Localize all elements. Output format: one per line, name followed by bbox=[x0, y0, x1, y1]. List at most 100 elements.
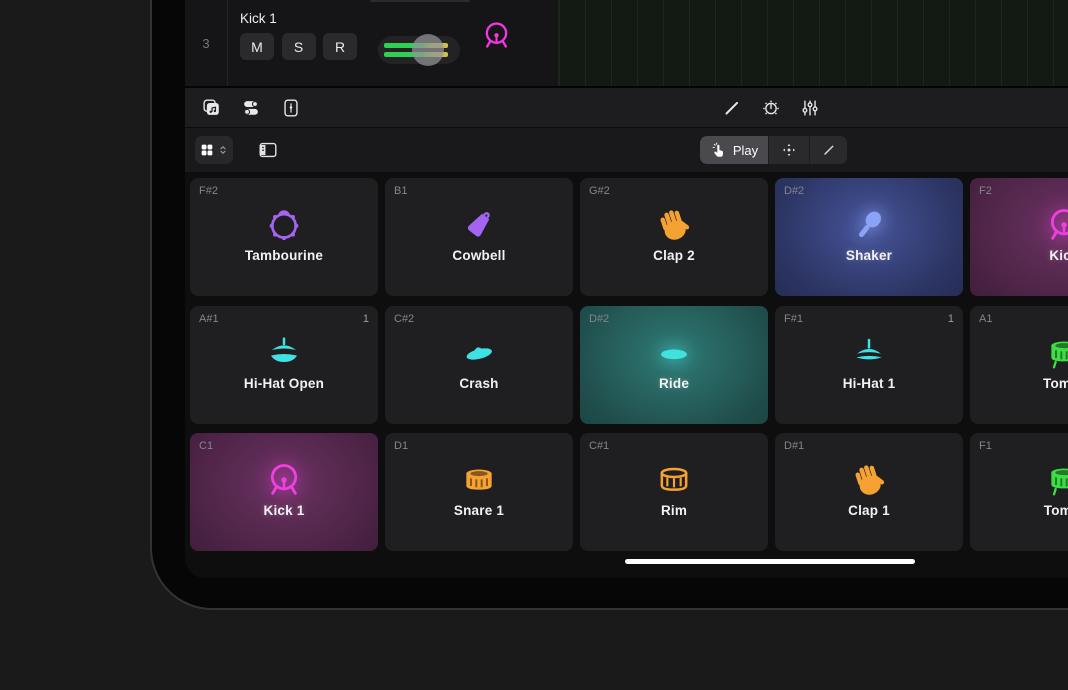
sidebar-icon bbox=[257, 139, 279, 161]
mixer-icon bbox=[799, 97, 821, 119]
pad-crash[interactable]: C#2 Crash bbox=[385, 306, 573, 424]
pad-note-label: B1 bbox=[394, 185, 407, 197]
pad-name-label: Clap 1 bbox=[775, 503, 963, 518]
channel-strip-icon bbox=[280, 97, 302, 119]
pad-hi-hat-1[interactable]: F#1 1 Hi-Hat 1 bbox=[775, 306, 963, 424]
pad-note-label: C1 bbox=[199, 440, 213, 452]
pad-snare-1[interactable]: D1 Snare 1 bbox=[385, 433, 573, 551]
pad-note-label: D1 bbox=[394, 440, 408, 452]
pad-note-label: G#2 bbox=[589, 185, 610, 197]
move-icon bbox=[781, 142, 797, 158]
crash-icon bbox=[459, 333, 499, 373]
pad-mode-control: Play bbox=[700, 136, 847, 164]
track-mute-button[interactable]: M bbox=[240, 33, 274, 60]
pad-name-label: Kick 1 bbox=[190, 503, 378, 518]
pad-note-label: D#2 bbox=[589, 313, 609, 325]
pad-name-label: Tom L bbox=[970, 503, 1068, 518]
pad-note-label: D#1 bbox=[784, 440, 804, 452]
shaker-icon bbox=[849, 205, 889, 245]
grid-icon bbox=[199, 142, 215, 158]
mode-move-segment[interactable] bbox=[768, 136, 809, 164]
control-bar-left-icons bbox=[200, 88, 302, 128]
channel-strip-button[interactable] bbox=[280, 97, 302, 119]
drum-pad-grid: F#2 Tambourine B1CowbellG#2Clap 2 D#2 Shaker… bbox=[185, 172, 1068, 578]
pad-rim[interactable]: C#1 Rim bbox=[580, 433, 768, 551]
ride-icon bbox=[654, 333, 694, 373]
pad-note-label: F#2 bbox=[199, 185, 218, 197]
pad-name-label: Hi-Hat Open bbox=[190, 376, 378, 391]
pad-badge: 1 bbox=[363, 313, 369, 325]
pad-name-label: Crash bbox=[385, 376, 573, 391]
pad-tambourine[interactable]: F#2 Tambourine bbox=[190, 178, 378, 296]
snare-drum-icon bbox=[459, 460, 499, 500]
tom-drum-icon bbox=[1044, 333, 1068, 373]
pad-name-label: Shaker bbox=[775, 248, 963, 263]
loop-browser-button[interactable] bbox=[200, 97, 222, 119]
hand-clap-icon bbox=[654, 205, 694, 245]
pad-note-label: C#1 bbox=[589, 440, 609, 452]
pad-name-label: Tambourine bbox=[190, 248, 378, 263]
track-mute-solo-record-group: MSR bbox=[240, 33, 357, 60]
mode-play-label: Play bbox=[733, 143, 758, 158]
pad-note-label: F#1 bbox=[784, 313, 803, 325]
track-solo-button[interactable]: S bbox=[282, 33, 316, 60]
pad-name-label: Hi-Hat 1 bbox=[775, 376, 963, 391]
horizontal-scrollbar[interactable] bbox=[625, 559, 915, 564]
pad-name-label: Tom H bbox=[970, 376, 1068, 391]
meter-knob[interactable] bbox=[412, 34, 444, 66]
pad-hi-hat-open[interactable]: A#1 1 Hi-Hat Open bbox=[190, 306, 378, 424]
pad-note-label: C#2 bbox=[394, 313, 414, 325]
pad-kick[interactable]: F2 Kick bbox=[970, 178, 1068, 296]
pad-clap-2[interactable]: G#2Clap 2 bbox=[580, 178, 768, 296]
rim-drum-icon bbox=[654, 460, 694, 500]
cowbell-icon bbox=[459, 205, 499, 245]
tambourine-icon bbox=[264, 205, 304, 245]
smart-controls-button[interactable] bbox=[240, 97, 262, 119]
pad-note-label: A1 bbox=[979, 313, 992, 325]
chevron-updown-icon bbox=[217, 144, 229, 156]
hand-tap-icon bbox=[710, 142, 727, 159]
track-level-meter[interactable] bbox=[378, 36, 460, 64]
pad-tom-l[interactable]: F1 Tom L bbox=[970, 433, 1068, 551]
page-background: 3 Kick 1 MSR Play F#2 Tambourine B1Cowbell… bbox=[0, 0, 1068, 690]
pencil-icon bbox=[821, 142, 837, 158]
pad-name-label: Kick bbox=[970, 248, 1068, 263]
hand-clap-icon bbox=[849, 460, 889, 500]
pad-ride[interactable]: D#2Ride bbox=[580, 306, 768, 424]
pad-badge: 1 bbox=[948, 313, 954, 325]
knob-button[interactable] bbox=[760, 97, 782, 119]
hihat-open-icon bbox=[264, 333, 304, 373]
pad-note-label: F2 bbox=[979, 185, 992, 197]
pad-tom-h[interactable]: A1 Tom H bbox=[970, 306, 1068, 424]
pad-note-label: D#2 bbox=[784, 185, 804, 197]
knob-icon bbox=[760, 97, 782, 119]
control-bar bbox=[185, 88, 1068, 128]
pencil-icon bbox=[721, 97, 743, 119]
pencil-button[interactable] bbox=[721, 97, 743, 119]
kick-drum-icon bbox=[1044, 205, 1068, 245]
mixer-button[interactable] bbox=[799, 97, 821, 119]
tom-drum-icon bbox=[1044, 460, 1068, 500]
pad-clap-1[interactable]: D#1 Clap 1 bbox=[775, 433, 963, 551]
mode-play-segment[interactable]: Play bbox=[700, 136, 768, 164]
app-screen: 3 Kick 1 MSR Play F#2 Tambourine B1Cowbell… bbox=[185, 0, 1068, 578]
track-number: 3 bbox=[185, 0, 228, 86]
pad-view-select-button[interactable] bbox=[195, 136, 233, 164]
pad-note-label: A#1 bbox=[199, 313, 219, 325]
pad-name-label: Rim bbox=[580, 503, 768, 518]
kick-drum-icon bbox=[264, 460, 304, 500]
pad-name-label: Snare 1 bbox=[385, 503, 573, 518]
pad-shaker[interactable]: D#2 Shaker bbox=[775, 178, 963, 296]
mode-pencil-segment[interactable] bbox=[809, 136, 847, 164]
previous-row-edge bbox=[370, 0, 470, 2]
pad-note-label: F1 bbox=[979, 440, 992, 452]
track-name: Kick 1 bbox=[240, 11, 277, 26]
pad-cowbell[interactable]: B1Cowbell bbox=[385, 178, 573, 296]
pads-toolbar: Play bbox=[185, 128, 1068, 172]
sidebar-toggle-button[interactable] bbox=[257, 139, 279, 161]
pad-kick-1[interactable]: C1 Kick 1 bbox=[190, 433, 378, 551]
track-row[interactable]: 3 Kick 1 MSR bbox=[185, 0, 1068, 88]
track-record-button[interactable]: R bbox=[323, 33, 357, 60]
sequencer-grid[interactable] bbox=[558, 0, 1068, 86]
loop-browser-icon bbox=[200, 97, 222, 119]
